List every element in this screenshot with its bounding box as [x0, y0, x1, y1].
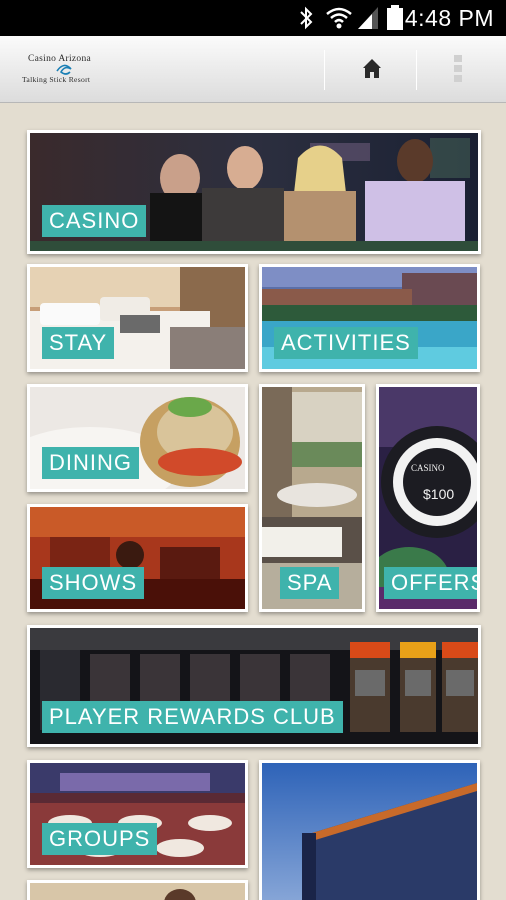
more-photo [30, 883, 245, 900]
header-divider [324, 50, 325, 90]
shows-label: SHOWS [42, 567, 145, 599]
bluetooth-icon [300, 6, 313, 30]
resort-photo [262, 763, 477, 900]
player-rewards-label: PLAYER REWARDS CLUB [42, 701, 343, 733]
more-tile[interactable] [27, 880, 248, 900]
overflow-menu-icon [454, 55, 462, 82]
offers-tile[interactable]: CASINO $100 OFFERS [376, 384, 480, 612]
spa-label: SPA [280, 567, 340, 599]
status-time: 4:48 PM [404, 5, 494, 31]
offers-chip-value: $100 [423, 486, 454, 502]
shows-tile[interactable]: SHOWS [27, 504, 248, 612]
groups-tile[interactable]: GROUPS [27, 760, 248, 868]
logo-line2: Talking Stick Resort [22, 75, 91, 84]
player-rewards-tile[interactable]: PLAYER REWARDS CLUB [27, 625, 481, 747]
signal-icon [358, 7, 378, 29]
battery-icon [387, 5, 403, 30]
activities-label: ACTIVITIES [274, 327, 418, 359]
header-divider [416, 50, 417, 90]
stay-tile[interactable]: STAY [27, 264, 248, 372]
home-button[interactable] [340, 54, 404, 88]
status-bar: 4:48 PM [0, 0, 506, 36]
offers-chip-brand: CASINO [411, 463, 445, 473]
overflow-menu-button[interactable] [430, 50, 490, 90]
stay-label: STAY [42, 327, 115, 359]
resort-tile[interactable] [259, 760, 480, 900]
offers-label: OFFERS [384, 567, 477, 599]
logo-line1: Casino Arizona [28, 54, 92, 64]
resort-logo[interactable]: Casino Arizona Talking Stick Resort [20, 52, 112, 92]
dining-tile[interactable]: DINING [27, 384, 248, 492]
activities-tile[interactable]: ACTIVITIES [259, 264, 480, 372]
dining-label: DINING [42, 447, 139, 479]
groups-label: GROUPS [42, 823, 158, 855]
casino-tile[interactable]: CASINO [27, 130, 481, 254]
spa-tile[interactable]: SPA [259, 384, 365, 612]
wifi-icon [326, 7, 352, 29]
casino-label: CASINO [42, 205, 147, 237]
app-header: Casino Arizona Talking Stick Resort [0, 36, 506, 103]
home-icon [363, 59, 381, 78]
